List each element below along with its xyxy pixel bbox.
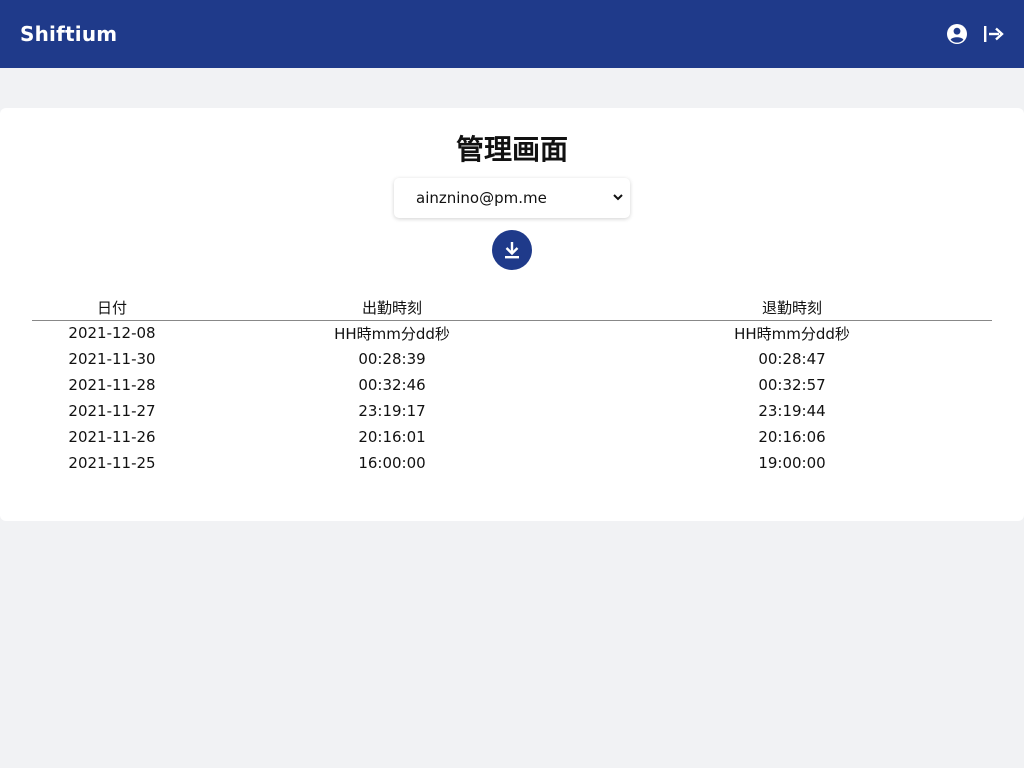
cell-clock-in: 00:28:39 — [358, 350, 426, 368]
page-title: 管理画面 — [455, 133, 568, 166]
cell-clock-out: 19:00:00 — [758, 454, 826, 472]
user-select[interactable]: ainznino@pm.me — [394, 178, 630, 218]
account-circle-icon[interactable] — [946, 23, 968, 45]
cell-clock-in: HH時mm分dd秒 — [334, 324, 450, 343]
cell-date: 2021-12-08 — [68, 324, 156, 343]
cell-clock-out: HH時mm分dd秒 — [734, 324, 850, 343]
table-row: 2021-11-25 16:00:00 19:00:00 — [32, 450, 992, 476]
cell-clock-out: 23:19:44 — [758, 402, 826, 420]
column-header-clock-out: 退勤時刻 — [592, 296, 992, 321]
table-row: 2021-11-30 00:28:39 00:28:47 — [32, 346, 992, 372]
cell-date: 2021-11-26 — [68, 428, 156, 446]
table-row: 2021-11-26 20:16:01 20:16:06 — [32, 424, 992, 450]
cell-date: 2021-11-25 — [68, 454, 156, 472]
column-header-date: 日付 — [32, 296, 192, 321]
download-icon — [505, 242, 519, 259]
cell-clock-in: 20:16:01 — [358, 428, 426, 446]
app-header: Shiftium — [0, 0, 1024, 68]
table-row: 2021-12-08 HH時mm分dd秒 HH時mm分dd秒 — [32, 320, 992, 346]
header-actions — [946, 23, 1004, 45]
download-button[interactable] — [492, 230, 532, 270]
cell-clock-in: 00:32:46 — [358, 376, 426, 394]
attendance-table: 日付 出勤時刻 退勤時刻 2021-12-08 HH時mm分dd秒 HH時mm分… — [32, 296, 992, 476]
cell-clock-in: 23:19:17 — [358, 402, 426, 420]
table-row: 2021-11-27 23:19:17 23:19:44 — [32, 398, 992, 424]
logout-icon[interactable] — [982, 23, 1004, 45]
cell-date: 2021-11-28 — [68, 376, 156, 394]
user-select-container: ainznino@pm.me — [394, 178, 630, 218]
cell-clock-out: 20:16:06 — [758, 428, 826, 446]
cell-date: 2021-11-30 — [68, 350, 156, 368]
brand-title[interactable]: Shiftium — [20, 22, 117, 46]
table-header-row: 日付 出勤時刻 退勤時刻 — [32, 296, 992, 321]
cell-clock-in: 16:00:00 — [358, 454, 426, 472]
cell-clock-out: 00:28:47 — [758, 350, 826, 368]
cell-clock-out: 00:32:57 — [758, 376, 826, 394]
cell-date: 2021-11-27 — [68, 402, 156, 420]
table-row: 2021-11-28 00:32:46 00:32:57 — [32, 372, 992, 398]
column-header-clock-in: 出勤時刻 — [192, 296, 592, 321]
